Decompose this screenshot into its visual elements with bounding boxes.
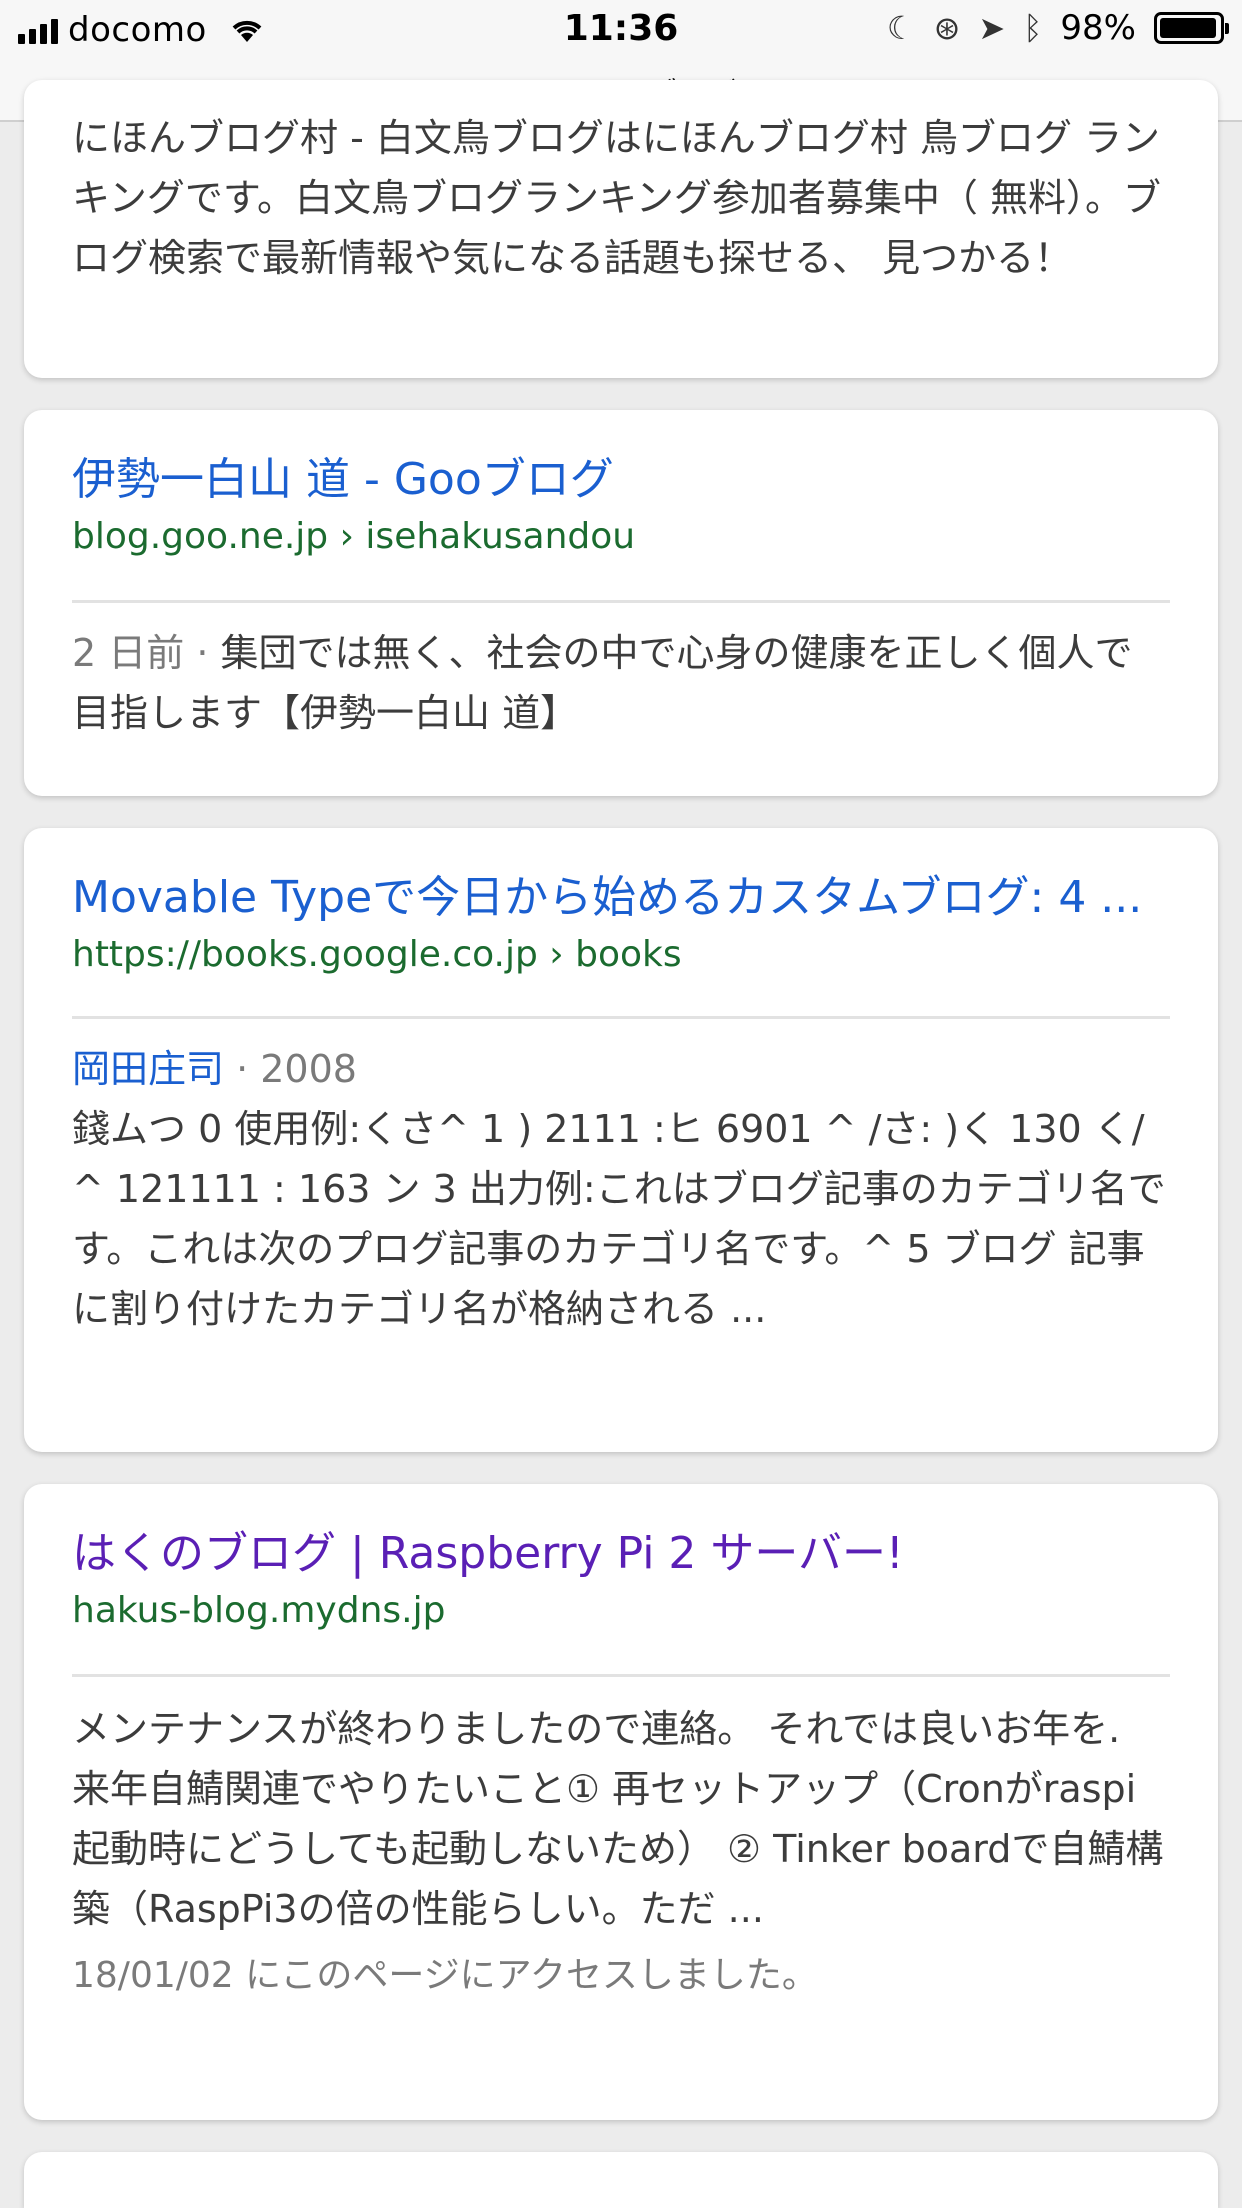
result-year: · 2008 <box>224 1047 357 1091</box>
status-right: ☾ ⊛ ➤ ᛒ 98% <box>886 8 1229 48</box>
result-title-link[interactable]: はくのブログ | Raspberry Pi 2 サーバー! <box>72 1522 1170 1586</box>
result-title-link[interactable]: Movable Typeで今日から始めるカスタムブログ: 4 ... <box>72 866 1170 930</box>
result-meta: 岡田庄司 · 2008 <box>72 1039 1170 1099</box>
result-url[interactable]: https://books.google.co.jp › books <box>72 930 1170 980</box>
battery-icon <box>1154 12 1229 44</box>
result-url[interactable]: blog.goo.ne.jp › isehakusandou <box>72 512 1170 562</box>
result-snippet-block: 2 日前 · 集団では無く、社会の中で心身の健康を正しく個人で目指します【伊勢一… <box>72 623 1170 743</box>
result-card: 伊勢一白山 道 - Gooブログ blog.goo.ne.jp › isehak… <box>24 410 1218 796</box>
visited-note: 18/01/02 にこのページにアクセスしました。 <box>72 1955 818 1996</box>
result-date: 2 日前 · <box>72 631 221 675</box>
result-snippet: 錢ムつ 0 使用例:くさ^ 1 ) 2111 :ヒ 6901 ^ /さ: )く … <box>72 1107 1166 1331</box>
divider <box>72 600 1170 603</box>
divider <box>72 1016 1170 1019</box>
moon-icon: ☾ <box>886 9 916 47</box>
result-card <box>24 2152 1218 2208</box>
result-snippet: にほんブログ村 - 白文鳥ブログはにほんブログ村 鳥ブログ ランキングです。白文… <box>72 116 1162 280</box>
battery-percent: 98% <box>1060 8 1136 48</box>
status-bar: docomo 11:36 ☾ ⊛ ➤ ᛒ 98% <box>0 0 1242 62</box>
bluetooth-icon: ᛒ <box>1023 9 1043 47</box>
battery-fill <box>1160 18 1217 38</box>
result-card: Movable Typeで今日から始めるカスタムブログ: 4 ... https… <box>24 828 1218 1452</box>
result-title-link[interactable]: 伊勢一白山 道 - Gooブログ <box>72 448 1170 512</box>
result-card: はくのブログ | Raspberry Pi 2 サーバー! hakus-blog… <box>24 1484 1218 2120</box>
result-snippet: 集団では無く、社会の中で心身の健康を正しく個人で目指します【伊勢一白山 道】 <box>72 631 1133 735</box>
location-icon: ➤ <box>978 9 1006 47</box>
divider <box>72 1674 1170 1677</box>
result-snippet: メンテナンスが終わりましたので連絡。 それでは良いお年を. 来年自鯖関連でやりた… <box>72 1707 1164 1931</box>
result-url[interactable]: hakus-blog.mydns.jp <box>72 1586 1170 1636</box>
result-card: にほんブログ村 - 白文鳥ブログはにほんブログ村 鳥ブログ ランキングです。白文… <box>24 80 1218 378</box>
result-author-link[interactable]: 岡田庄司 <box>72 1047 224 1091</box>
rotation-lock-icon: ⊛ <box>933 9 961 47</box>
